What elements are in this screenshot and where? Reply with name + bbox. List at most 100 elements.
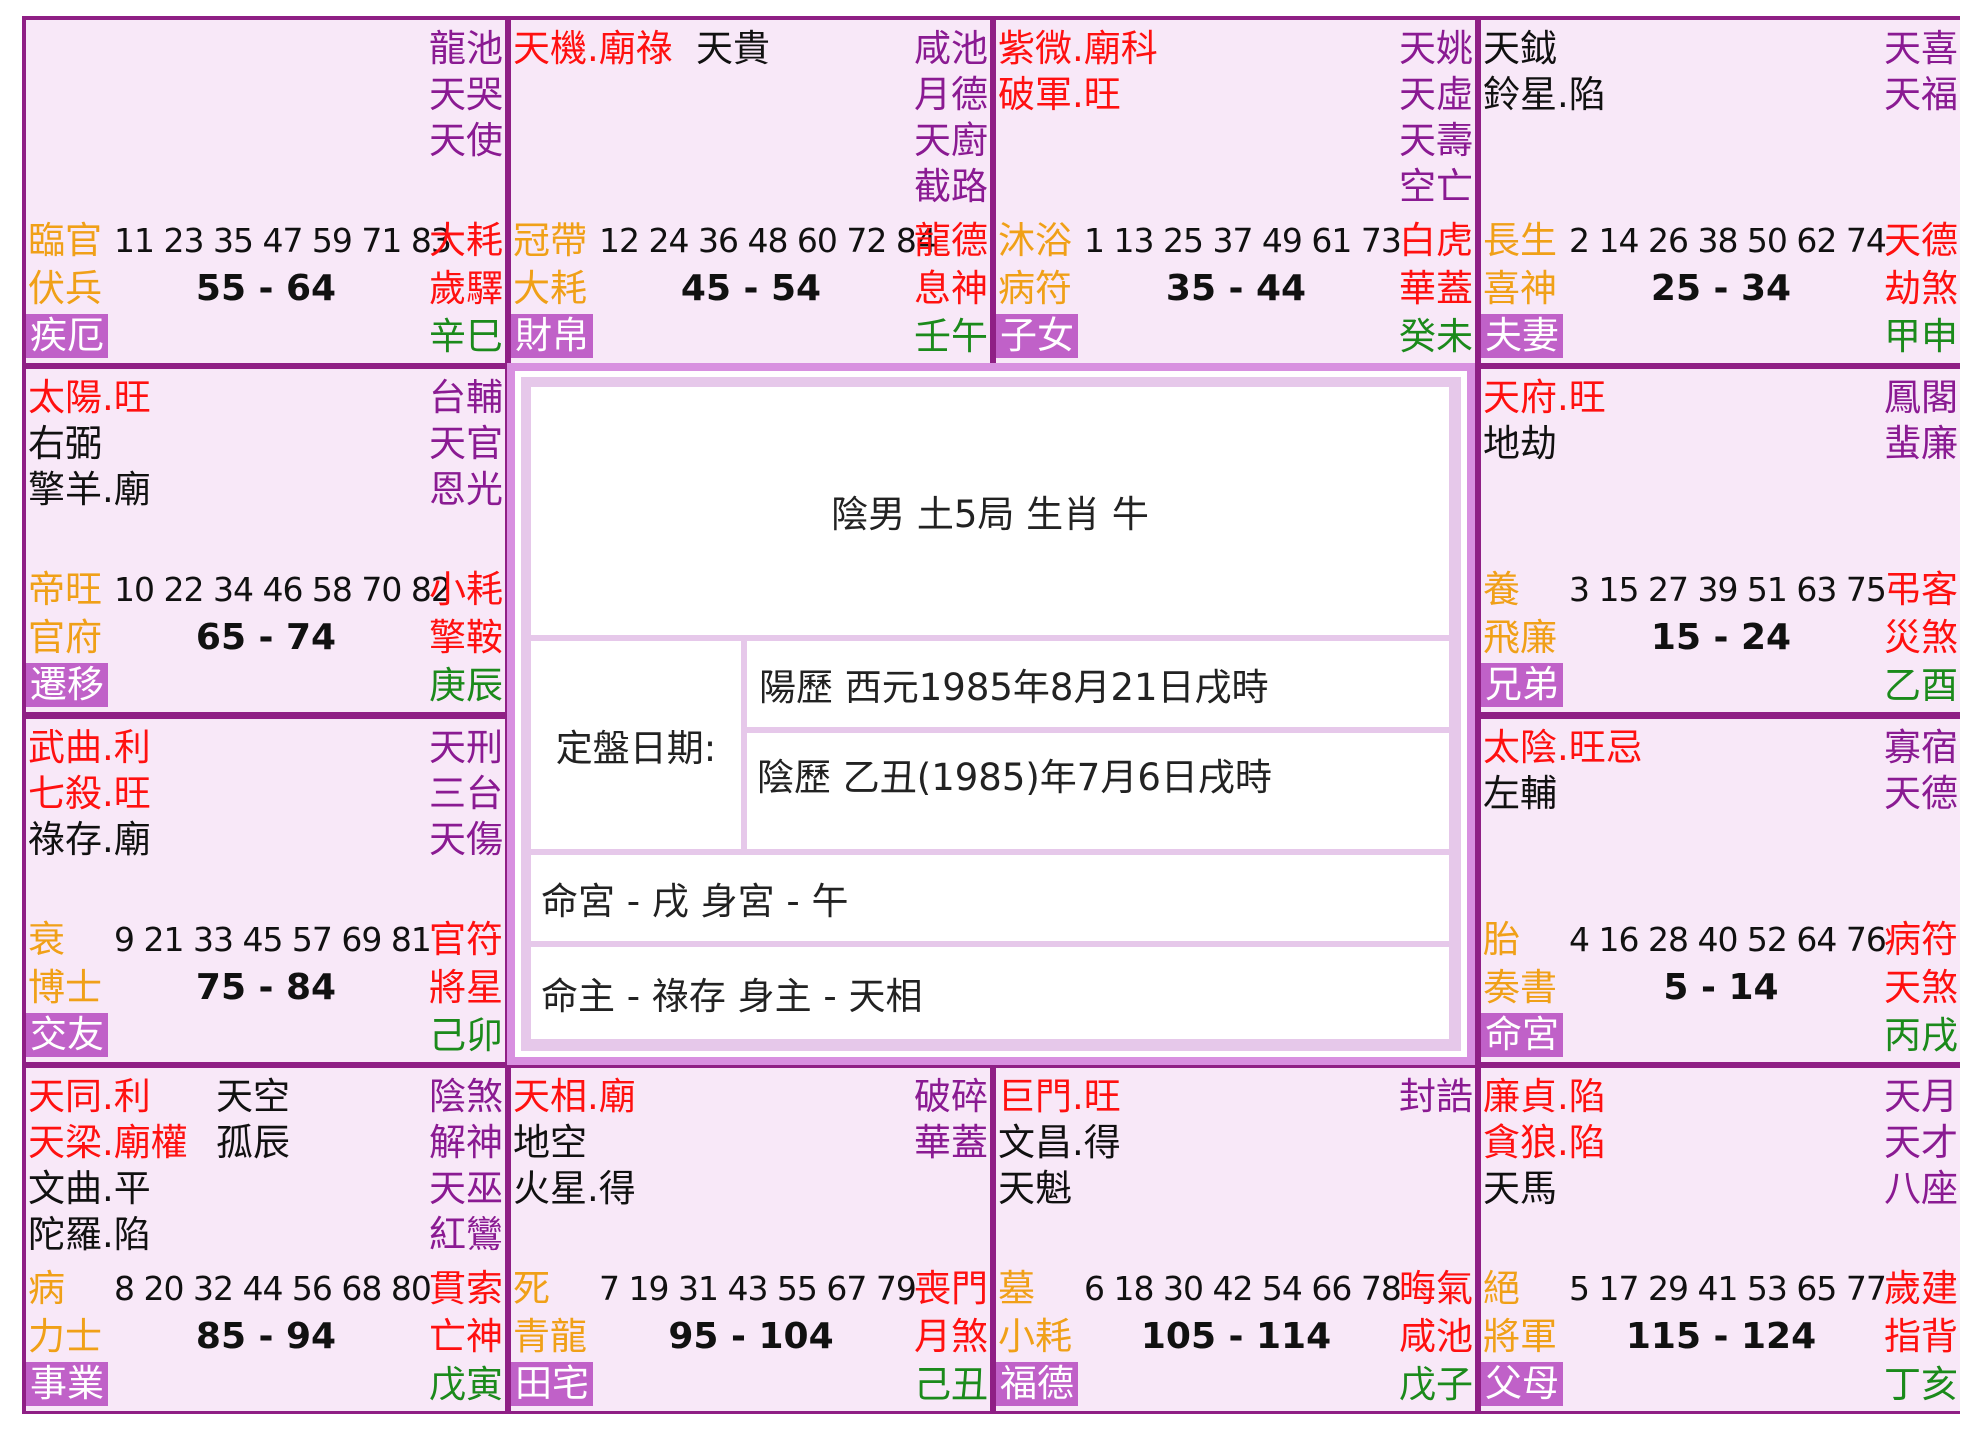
major-star: 天相.廟 (513, 1075, 636, 1118)
palace-cell-chou: 天相.廟 地空 火星.得 破碎 華蓋死 7 19 31 43 55 67 79 喪門 青龍 95… (511, 1068, 990, 1411)
palace-name: 夫妻 (1481, 314, 1563, 358)
age-sequence: 6 18 30 42 54 66 78 (1084, 1269, 1402, 1308)
misc-star: 天姚 (1399, 27, 1473, 70)
doctor-star: 力士 (28, 1315, 102, 1358)
general-star: 華蓋 (1399, 267, 1473, 310)
misc-star: 天月 (1884, 1075, 1958, 1118)
major-star: 貪狼.陷 (1483, 1121, 1606, 1164)
year-star: 天德 (1884, 219, 1958, 262)
stem-branch: 庚辰 (429, 664, 503, 707)
general-star: 天煞 (1884, 966, 1958, 1009)
general-star: 災煞 (1884, 616, 1958, 659)
major-star: 天梁.廟權 (28, 1121, 188, 1164)
misc-star: 破碎 (914, 1075, 988, 1118)
life-stage: 臨官 (28, 219, 102, 262)
doctor-star: 飛廉 (1483, 616, 1557, 659)
doctor-star: 喜神 (1483, 267, 1557, 310)
palace-name: 事業 (26, 1362, 108, 1406)
misc-star: 紅鸞 (429, 1213, 503, 1256)
year-star: 歲建 (1884, 1267, 1958, 1310)
palace-name: 子女 (996, 314, 1078, 358)
palace-cell-xu: 太陰.旺忌 左輔 寡宿 天德胎 4 16 28 40 52 64 76 病符 奏書 5 - 1… (1481, 719, 1960, 1062)
minor-star: 天空 (216, 1075, 290, 1118)
year-star: 白虎 (1399, 219, 1473, 262)
stem-branch: 己丑 (914, 1363, 988, 1406)
decade-range: 105 - 114 (1140, 1316, 1332, 1357)
misc-star: 天傷 (429, 818, 503, 861)
misc-star: 天巫 (429, 1167, 503, 1210)
misc-star: 天使 (429, 119, 503, 162)
palace-name: 命宮 (1481, 1013, 1563, 1057)
general-star: 歲驛 (429, 267, 503, 310)
major-star: 天同.利 (28, 1075, 151, 1118)
palace-cell-zi: 巨門.旺 文昌.得 天魁 封誥墓 6 18 30 42 54 66 78 晦氣 小耗 105 … (996, 1068, 1475, 1411)
general-star: 月煞 (914, 1315, 988, 1358)
misc-star: 陰煞 (429, 1075, 503, 1118)
age-sequence: 11 23 35 47 59 71 83 (114, 221, 452, 260)
palace-cell-shen: 天鉞 鈴星.陷 天喜 天福 長生 2 14 26 38 50 62 74 天德 喜神 25 - … (1481, 20, 1960, 363)
major-star: 天馬 (1483, 1167, 1557, 1210)
major-star: 天府.旺 (1483, 376, 1606, 419)
major-star: 祿存.廟 (28, 818, 151, 861)
misc-star: 台輔 (429, 376, 503, 419)
misc-star: 解神 (429, 1121, 503, 1164)
ziwei-chart: 陰男 土5局 生肖 牛 定盤日期: 陽歷 西元1985年8月21日戌時 陰歷 乙… (22, 16, 1960, 1414)
doctor-star: 博士 (28, 966, 102, 1009)
palace-name: 田宅 (511, 1362, 593, 1406)
major-star: 太陽.旺 (28, 376, 151, 419)
major-star: 文昌.得 (998, 1121, 1121, 1164)
misc-star: 咸池 (914, 27, 988, 70)
misc-star: 天廚 (914, 119, 988, 162)
decade-range: 15 - 24 (1650, 617, 1792, 658)
life-stage: 絕 (1483, 1267, 1520, 1310)
palace-cell-mao: 武曲.利 七殺.旺 祿存.廟 天刑 三台 天傷衰 9 21 33 45 57 69 81 官符… (26, 719, 505, 1062)
palace-cell-you: 天府.旺 地劫 鳳閣 蜚廉養 3 15 27 39 51 63 75 弔客 飛廉 15 - 2… (1481, 369, 1960, 712)
major-star: 左輔 (1483, 772, 1557, 815)
center-inner: 陰男 土5局 生肖 牛 定盤日期: 陽歷 西元1985年8月21日戌時 陰歷 乙… (521, 377, 1461, 1051)
decade-range: 35 - 44 (1165, 268, 1307, 309)
major-star: 陀羅.陷 (28, 1213, 151, 1256)
misc-star: 天德 (1884, 772, 1958, 815)
stem-branch: 己卯 (429, 1014, 503, 1057)
decade-range: 55 - 64 (195, 268, 337, 309)
major-star: 天鉞 (1483, 27, 1557, 70)
life-stage: 病 (28, 1267, 65, 1310)
age-sequence: 9 21 33 45 57 69 81 (114, 920, 432, 959)
general-star: 擎鞍 (429, 616, 503, 659)
age-sequence: 3 15 27 39 51 63 75 (1569, 570, 1887, 609)
life-stage: 死 (513, 1267, 550, 1310)
decade-range: 65 - 74 (195, 617, 337, 658)
stem-branch: 戊寅 (429, 1363, 503, 1406)
misc-star: 寡宿 (1884, 726, 1958, 769)
stem-branch: 戊子 (1399, 1363, 1473, 1406)
doctor-star: 奏書 (1483, 966, 1557, 1009)
minor-star: 天貴 (696, 27, 770, 70)
life-stage: 衰 (28, 918, 65, 961)
date-label: 定盤日期: (531, 641, 741, 849)
major-star: 武曲.利 (28, 726, 151, 769)
stem-branch: 癸未 (1399, 315, 1473, 358)
year-star: 貫索 (429, 1267, 503, 1310)
chart-summary: 陰男 土5局 生肖 牛 (531, 387, 1449, 635)
major-star: 天魁 (998, 1167, 1072, 1210)
age-sequence: 7 19 31 43 55 67 79 (599, 1269, 917, 1308)
doctor-star: 青龍 (513, 1315, 587, 1358)
stem-branch: 乙酉 (1884, 664, 1958, 707)
misc-star: 月德 (914, 73, 988, 116)
palace-name: 福德 (996, 1362, 1078, 1406)
palace-cell-si: 龍池 天哭 天使 臨官 11 23 35 47 59 71 83 大耗 伏兵 55 - 64 歲… (26, 20, 505, 363)
palace-cell-wei: 紫微.廟科 破軍.旺 天姚 天虛 天壽 空亡 沐浴 1 13 25 37 49 61 73 白虎… (996, 20, 1475, 363)
center-panel: 陰男 土5局 生肖 牛 定盤日期: 陽歷 西元1985年8月21日戌時 陰歷 乙… (505, 361, 1477, 1067)
year-star: 龍德 (914, 219, 988, 262)
life-stage: 墓 (998, 1267, 1035, 1310)
life-stage: 養 (1483, 568, 1520, 611)
doctor-star: 官府 (28, 616, 102, 659)
misc-star: 三台 (429, 772, 503, 815)
age-sequence: 10 22 34 46 58 70 82 (114, 570, 452, 609)
major-star: 太陰.旺忌 (1483, 726, 1643, 769)
age-sequence: 1 13 25 37 49 61 73 (1084, 221, 1402, 260)
age-sequence: 12 24 36 48 60 72 84 (599, 221, 937, 260)
misc-star: 封誥 (1399, 1075, 1473, 1118)
misc-star: 天才 (1884, 1121, 1958, 1164)
general-star: 息神 (914, 267, 988, 310)
